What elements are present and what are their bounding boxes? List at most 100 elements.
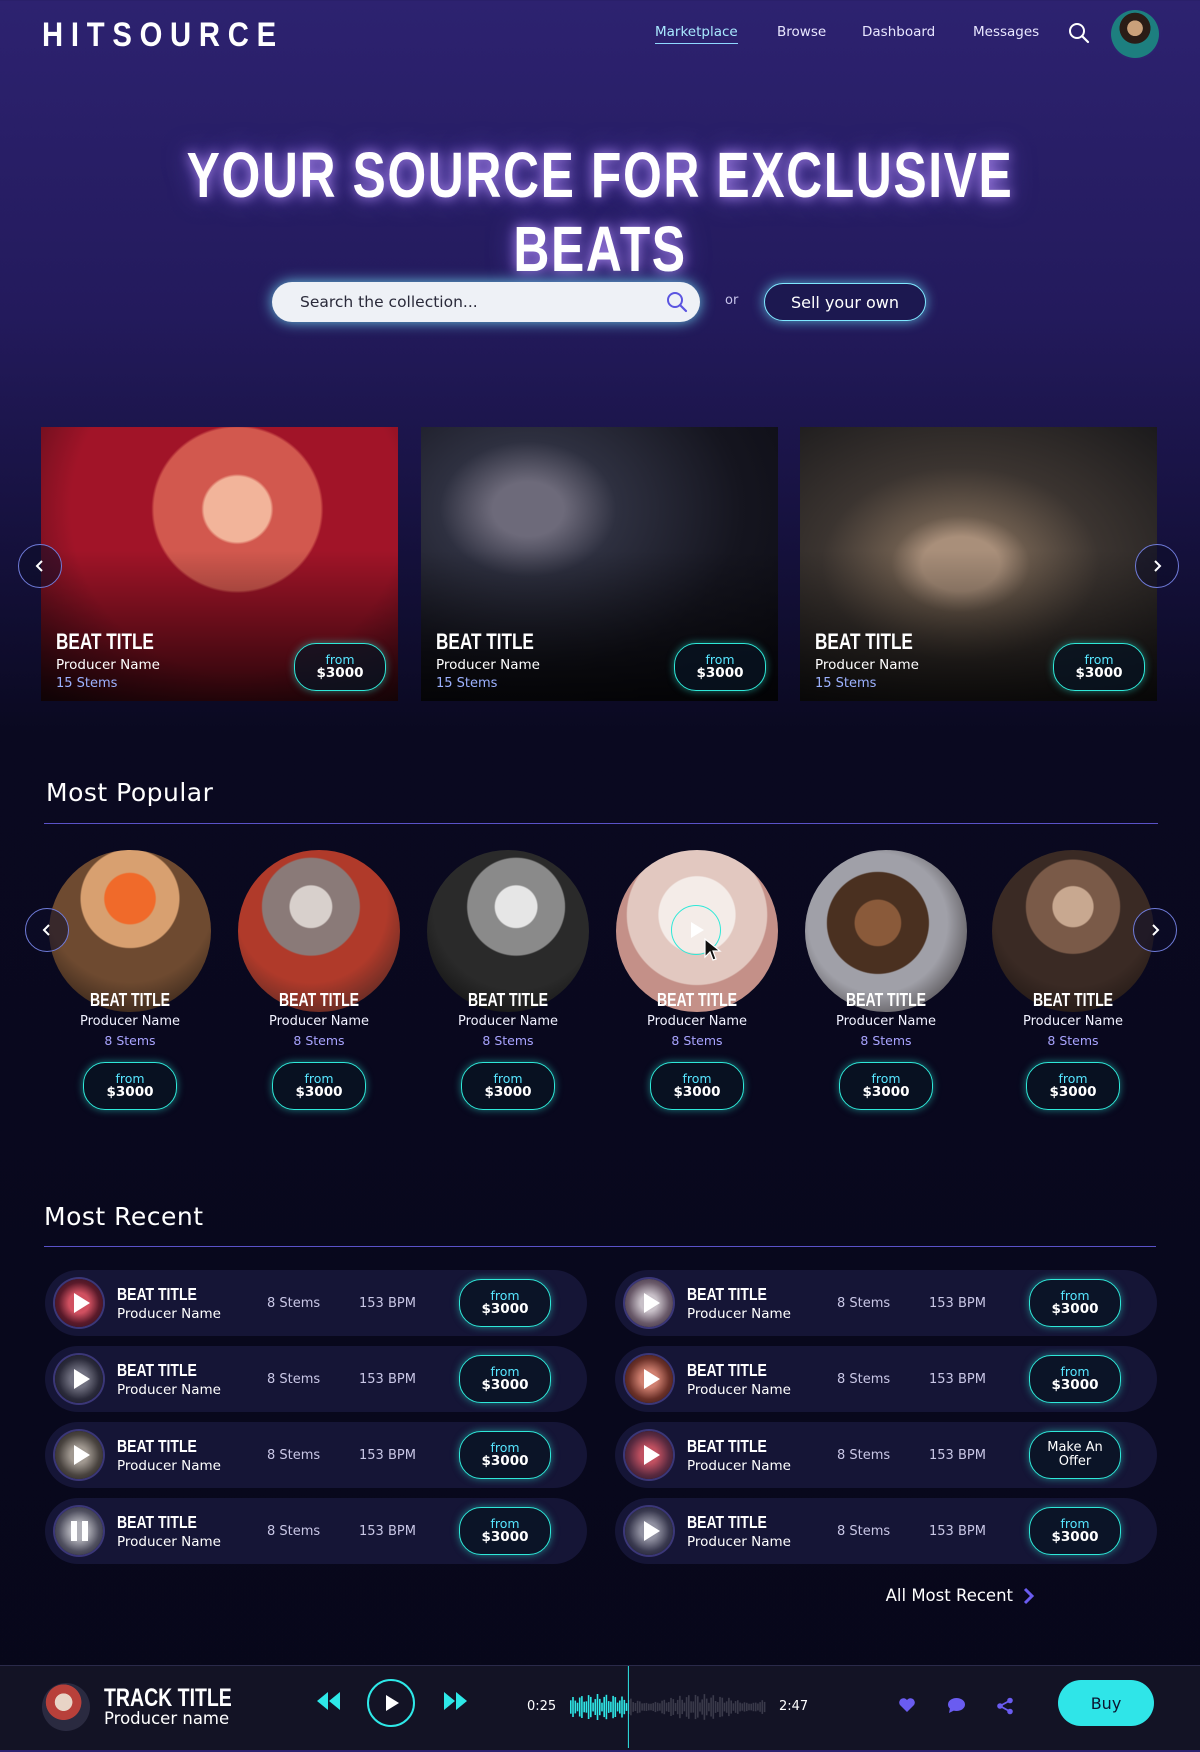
popular-item[interactable]: BEAT TITLE Producer Name 8 Stems from $30… <box>423 850 593 1110</box>
featured-card[interactable]: BEAT TITLE Producer Name 15 Stems from $3… <box>421 427 778 701</box>
popular-item-stems: 8 Stems <box>671 1033 723 1048</box>
waveform-bar <box>710 1697 712 1717</box>
price-value: $3000 <box>1051 1377 1099 1394</box>
recent-track-row[interactable]: BEAT TITLE Producer Name 8 Stems 153 BPM … <box>615 1346 1157 1412</box>
user-avatar[interactable] <box>1111 10 1159 58</box>
carousel-next-button[interactable] <box>1135 544 1179 588</box>
track-play-button[interactable] <box>55 1279 103 1327</box>
waveform-bar <box>607 1701 610 1713</box>
search-icon[interactable] <box>666 291 688 317</box>
popular-item-artwork[interactable] <box>616 850 778 1012</box>
price-from-label: from <box>1058 1070 1088 1086</box>
share-icon[interactable] <box>996 1697 1014 1719</box>
track-bpm: 153 BPM <box>359 1523 416 1539</box>
price-button[interactable]: from $3000 <box>294 643 386 691</box>
rewind-button[interactable] <box>316 1690 342 1716</box>
track-producer: Producer Name <box>117 1382 221 1399</box>
search-input[interactable] <box>298 292 642 312</box>
price-from-label: from <box>304 1070 334 1086</box>
chevron-right-icon <box>1023 1587 1035 1604</box>
featured-card[interactable]: BEAT TITLE Producer Name 15 Stems from $3… <box>800 427 1157 701</box>
price-button[interactable]: from $3000 <box>459 1355 551 1403</box>
track-play-button[interactable] <box>625 1431 673 1479</box>
recent-track-row[interactable]: BEAT TITLE Producer Name 8 Stems 153 BPM … <box>45 1270 587 1336</box>
price-button[interactable]: from $3000 <box>459 1507 551 1555</box>
price-button[interactable]: from $3000 <box>461 1062 555 1110</box>
featured-card[interactable]: BEAT TITLE Producer Name 15 Stems from $3… <box>41 427 398 701</box>
carousel-prev-button[interactable] <box>18 544 62 588</box>
track-title: BEAT TITLE <box>687 1435 767 1456</box>
popular-item-artwork[interactable] <box>49 850 211 1012</box>
track-play-button[interactable] <box>625 1507 673 1555</box>
waveform-bar <box>763 1701 766 1713</box>
track-pause-button[interactable] <box>55 1507 103 1555</box>
price-button[interactable]: from $3000 <box>1053 643 1145 691</box>
featured-card-producer: Producer Name <box>436 657 540 673</box>
price-from-label: from <box>705 651 735 667</box>
nav-dashboard[interactable]: Dashboard <box>862 24 935 40</box>
nav-marketplace[interactable]: Marketplace <box>655 24 738 44</box>
recent-track-row[interactable]: BEAT TITLE Producer Name 8 Stems 153 BPM … <box>615 1498 1157 1564</box>
recent-track-row[interactable]: BEAT TITLE Producer Name 8 Stems 153 BPM … <box>615 1422 1157 1488</box>
price-button[interactable]: from $3000 <box>1029 1279 1121 1327</box>
price-button[interactable]: from $3000 <box>1029 1355 1121 1403</box>
waveform-bar <box>583 1701 585 1713</box>
hero-title: YOUR SOURCE FOR EXCLUSIVE BEATS <box>186 139 1014 285</box>
price-button[interactable]: from $3000 <box>674 643 766 691</box>
price-value: $3000 <box>481 1453 529 1470</box>
make-offer-button[interactable]: Make An Offer <box>1029 1431 1121 1479</box>
price-button[interactable]: from $3000 <box>1029 1507 1121 1555</box>
recent-track-row[interactable]: BEAT TITLE Producer Name 8 Stems 153 BPM … <box>615 1270 1157 1336</box>
search-icon[interactable] <box>1068 22 1090 48</box>
popular-item[interactable]: BEAT TITLE Producer Name 8 Stems from $30… <box>234 850 404 1110</box>
popular-item-producer: Producer Name <box>268 1014 370 1029</box>
recent-track-row[interactable]: BEAT TITLE Producer Name 8 Stems 153 BPM … <box>45 1498 587 1564</box>
search-bar[interactable] <box>272 282 700 322</box>
waveform-bar <box>728 1697 730 1717</box>
waveform-bar <box>676 1699 679 1715</box>
popular-item-artwork[interactable] <box>238 850 400 1012</box>
price-button[interactable]: from $3000 <box>839 1062 933 1110</box>
buy-button[interactable]: Buy <box>1058 1680 1154 1726</box>
popular-item-artwork[interactable] <box>427 850 589 1012</box>
track-bpm: 153 BPM <box>929 1447 986 1463</box>
popular-item[interactable]: BEAT TITLE Producer Name 8 Stems from $30… <box>801 850 971 1110</box>
sell-your-own-button[interactable]: Sell your own <box>764 283 926 321</box>
price-button[interactable]: from $3000 <box>650 1062 744 1110</box>
logo[interactable]: HITSOURCE <box>42 16 284 55</box>
popular-item[interactable]: BEAT TITLE Producer Name 8 Stems from $30… <box>612 850 782 1110</box>
player-play-button[interactable] <box>367 1679 415 1727</box>
player-artwork[interactable] <box>42 1683 90 1731</box>
popular-item-artwork[interactable] <box>992 850 1154 1012</box>
recent-track-row[interactable]: BEAT TITLE Producer Name 8 Stems 153 BPM … <box>45 1422 587 1488</box>
elapsed-time: 0:25 <box>527 1699 557 1714</box>
track-play-button[interactable] <box>625 1355 673 1403</box>
price-button[interactable]: from $3000 <box>459 1431 551 1479</box>
heart-icon[interactable] <box>898 1697 916 1717</box>
price-button[interactable]: from $3000 <box>272 1062 366 1110</box>
nav-browse[interactable]: Browse <box>777 24 826 40</box>
waveform-scrubber[interactable] <box>568 1666 768 1748</box>
popular-next-button[interactable] <box>1133 908 1177 952</box>
track-play-button[interactable] <box>55 1355 103 1403</box>
price-button[interactable]: from $3000 <box>83 1062 177 1110</box>
nav-messages[interactable]: Messages <box>973 24 1039 40</box>
waveform-bar <box>723 1702 726 1712</box>
popular-prev-button[interactable] <box>25 908 69 952</box>
price-button[interactable]: from $3000 <box>1026 1062 1120 1110</box>
popular-item[interactable]: BEAT TITLE Producer Name 8 Stems from $30… <box>45 850 215 1110</box>
popular-item[interactable]: BEAT TITLE Producer Name 8 Stems from $30… <box>988 850 1158 1110</box>
track-play-button[interactable] <box>55 1431 103 1479</box>
all-most-recent-link[interactable]: All Most Recent <box>886 1586 1035 1605</box>
comment-icon[interactable] <box>947 1697 966 1718</box>
fast-forward-button[interactable] <box>442 1690 468 1716</box>
price-from-label: from <box>1084 651 1114 667</box>
waveform-bar <box>623 1699 626 1715</box>
waveform-bar <box>594 1699 597 1715</box>
waveform-bar <box>636 1700 639 1714</box>
track-play-button[interactable] <box>625 1279 673 1327</box>
price-button[interactable]: from $3000 <box>459 1279 551 1327</box>
popular-item-artwork[interactable] <box>805 850 967 1012</box>
recent-track-row[interactable]: BEAT TITLE Producer Name 8 Stems 153 BPM … <box>45 1346 587 1412</box>
price-value: $3000 <box>295 1084 343 1101</box>
